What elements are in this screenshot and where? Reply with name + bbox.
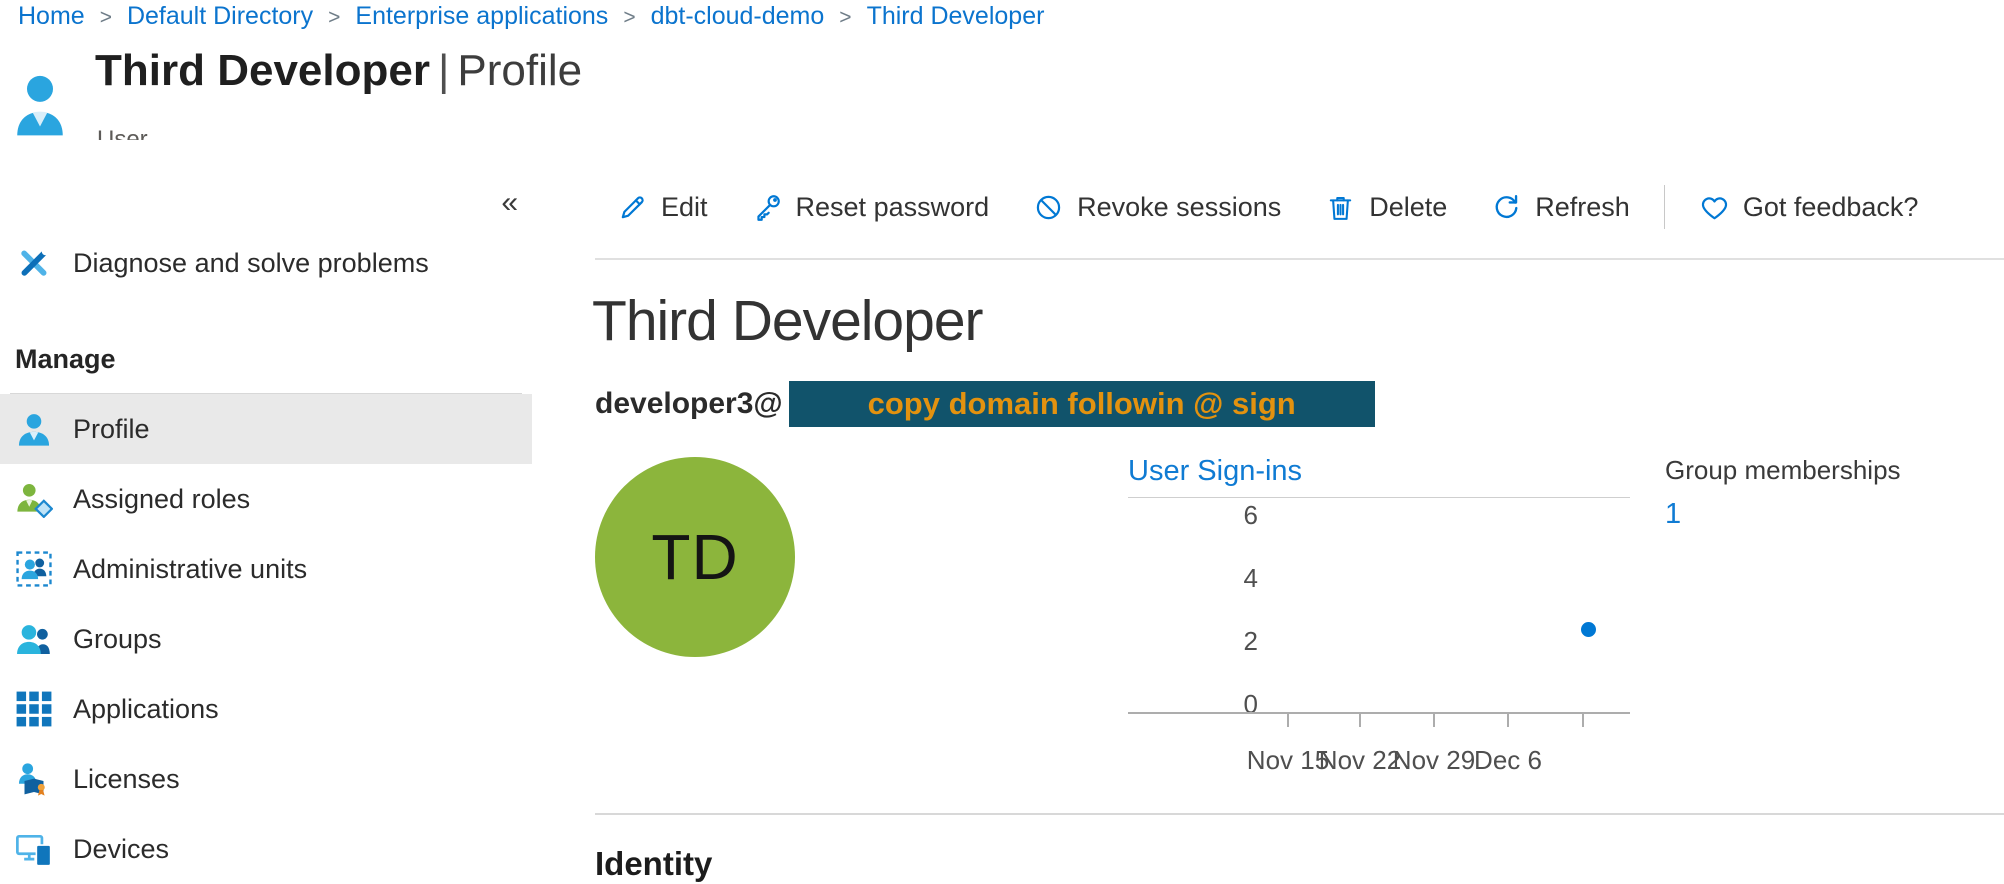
grid-icon [15,690,53,728]
sidebar: « Diagnose and solve problems Manage Pro… [0,140,532,884]
x-axis-tick [1359,714,1361,727]
sidebar-item-profile[interactable]: Profile [0,394,532,464]
refresh-icon [1491,192,1522,223]
sidebar-item-licenses[interactable]: Licenses [0,744,532,814]
sidebar-item-label: Administrative units [73,554,307,585]
x-axis-tick-label: Dec 6 [1474,745,1542,776]
breadcrumb: Home > Default Directory > Enterprise ap… [18,2,1044,31]
y-axis-tick-label: 4 [1128,563,1258,593]
revoke-sessions-button[interactable]: Revoke sessions [1011,192,1303,223]
sidebar-item-label: Applications [73,694,219,725]
user-avatar-icon [14,70,66,138]
heart-icon [1699,192,1730,223]
user-principal-name: developer3@ copy domain followin @ sign [595,381,1375,427]
sidebar-item-label: Devices [73,834,169,865]
sign-in-data-point [1581,622,1596,637]
tools-icon [15,244,53,282]
x-axis [1128,712,1630,714]
toolbar-separator [1664,185,1665,229]
x-axis-tick [1433,714,1435,727]
page-title: Third Developer|Profile [95,46,582,96]
x-axis-tick [1287,714,1289,727]
admin-units-icon [15,550,53,588]
page-title-view: Profile [457,46,582,95]
group-memberships-widget: Group memberships 1 [1665,455,1901,531]
person-cube-icon [15,480,53,518]
sidebar-item-label: Groups [73,624,162,655]
email-prefix: developer3@ [595,387,783,421]
sidebar-item-assigned-roles[interactable]: Assigned roles [0,464,532,534]
avatar: TD [595,457,795,657]
section-divider [595,813,2004,815]
x-axis-tick [1582,714,1584,727]
breadcrumb-dbt-cloud-demo[interactable]: dbt-cloud-demo [651,2,825,31]
breadcrumb-home[interactable]: Home [18,2,85,31]
group-memberships-label: Group memberships [1665,455,1901,486]
x-axis-tick-label: Nov 22 [1319,745,1401,776]
sidebar-item-label: Profile [73,414,150,445]
sidebar-collapse-button[interactable]: « [501,188,518,218]
sidebar-item-label: Assigned roles [73,484,250,515]
revoke-sessions-button-label: Revoke sessions [1077,192,1281,223]
delete-button[interactable]: Delete [1303,192,1469,223]
x-axis-tick [1507,714,1509,727]
trash-icon [1325,192,1356,223]
got-feedback-button-label: Got feedback? [1743,192,1919,223]
sidebar-item-label: Licenses [73,764,180,795]
edit-button-label: Edit [661,192,708,223]
devices-icon [15,830,53,868]
breadcrumb-separator: > [839,4,851,30]
user-sign-ins-chart: User Sign-ins 6 4 2 0 Nov 15 Nov 22 Nov … [1128,455,1630,790]
chart-title-underline [1128,497,1630,498]
y-axis-tick-label: 0 [1128,689,1258,719]
toolbar-divider [595,258,2004,260]
sidebar-section-manage: Manage [15,344,532,375]
refresh-button[interactable]: Refresh [1469,192,1652,223]
reset-password-button-label: Reset password [796,192,990,223]
got-feedback-button[interactable]: Got feedback? [1677,192,1941,223]
y-axis-tick-label: 2 [1128,626,1258,656]
people-icon [15,620,53,658]
sidebar-item-label: Diagnose and solve problems [73,248,429,279]
edit-button[interactable]: Edit [595,192,730,223]
sidebar-item-applications[interactable]: Applications [0,674,532,744]
x-axis-tick-label: Nov 15 [1247,745,1329,776]
command-bar: Edit Reset password Revoke sessions Dele… [595,180,2004,234]
page-title-name: Third Developer [95,46,430,95]
breadcrumb-third-developer[interactable]: Third Developer [867,2,1045,31]
breadcrumb-separator: > [328,4,340,30]
breadcrumb-enterprise-applications[interactable]: Enterprise applications [355,2,608,31]
breadcrumb-default-directory[interactable]: Default Directory [127,2,313,31]
redacted-domain-note: copy domain followin @ sign [789,381,1375,427]
y-axis-tick-label: 6 [1128,500,1258,530]
sidebar-item-diagnose[interactable]: Diagnose and solve problems [0,230,532,296]
breadcrumb-separator: > [100,4,112,30]
person-icon [15,410,53,448]
reset-password-button[interactable]: Reset password [730,192,1012,223]
page-title-separator: | [430,46,457,95]
x-axis-tick-label: Nov 29 [1393,745,1475,776]
sidebar-item-devices[interactable]: Devices [0,814,532,884]
identity-section-heading: Identity [595,845,712,883]
group-memberships-count-link[interactable]: 1 [1665,498,1901,531]
sidebar-item-administrative-units[interactable]: Administrative units [0,534,532,604]
license-icon [15,760,53,798]
profile-name-heading: Third Developer [592,288,983,354]
delete-button-label: Delete [1369,192,1447,223]
user-sign-ins-link[interactable]: User Sign-ins [1128,455,1302,488]
breadcrumb-separator: > [623,4,635,30]
sidebar-item-groups[interactable]: Groups [0,604,532,674]
block-icon [1033,192,1064,223]
refresh-button-label: Refresh [1535,192,1630,223]
key-icon [752,192,783,223]
pencil-icon [617,192,648,223]
